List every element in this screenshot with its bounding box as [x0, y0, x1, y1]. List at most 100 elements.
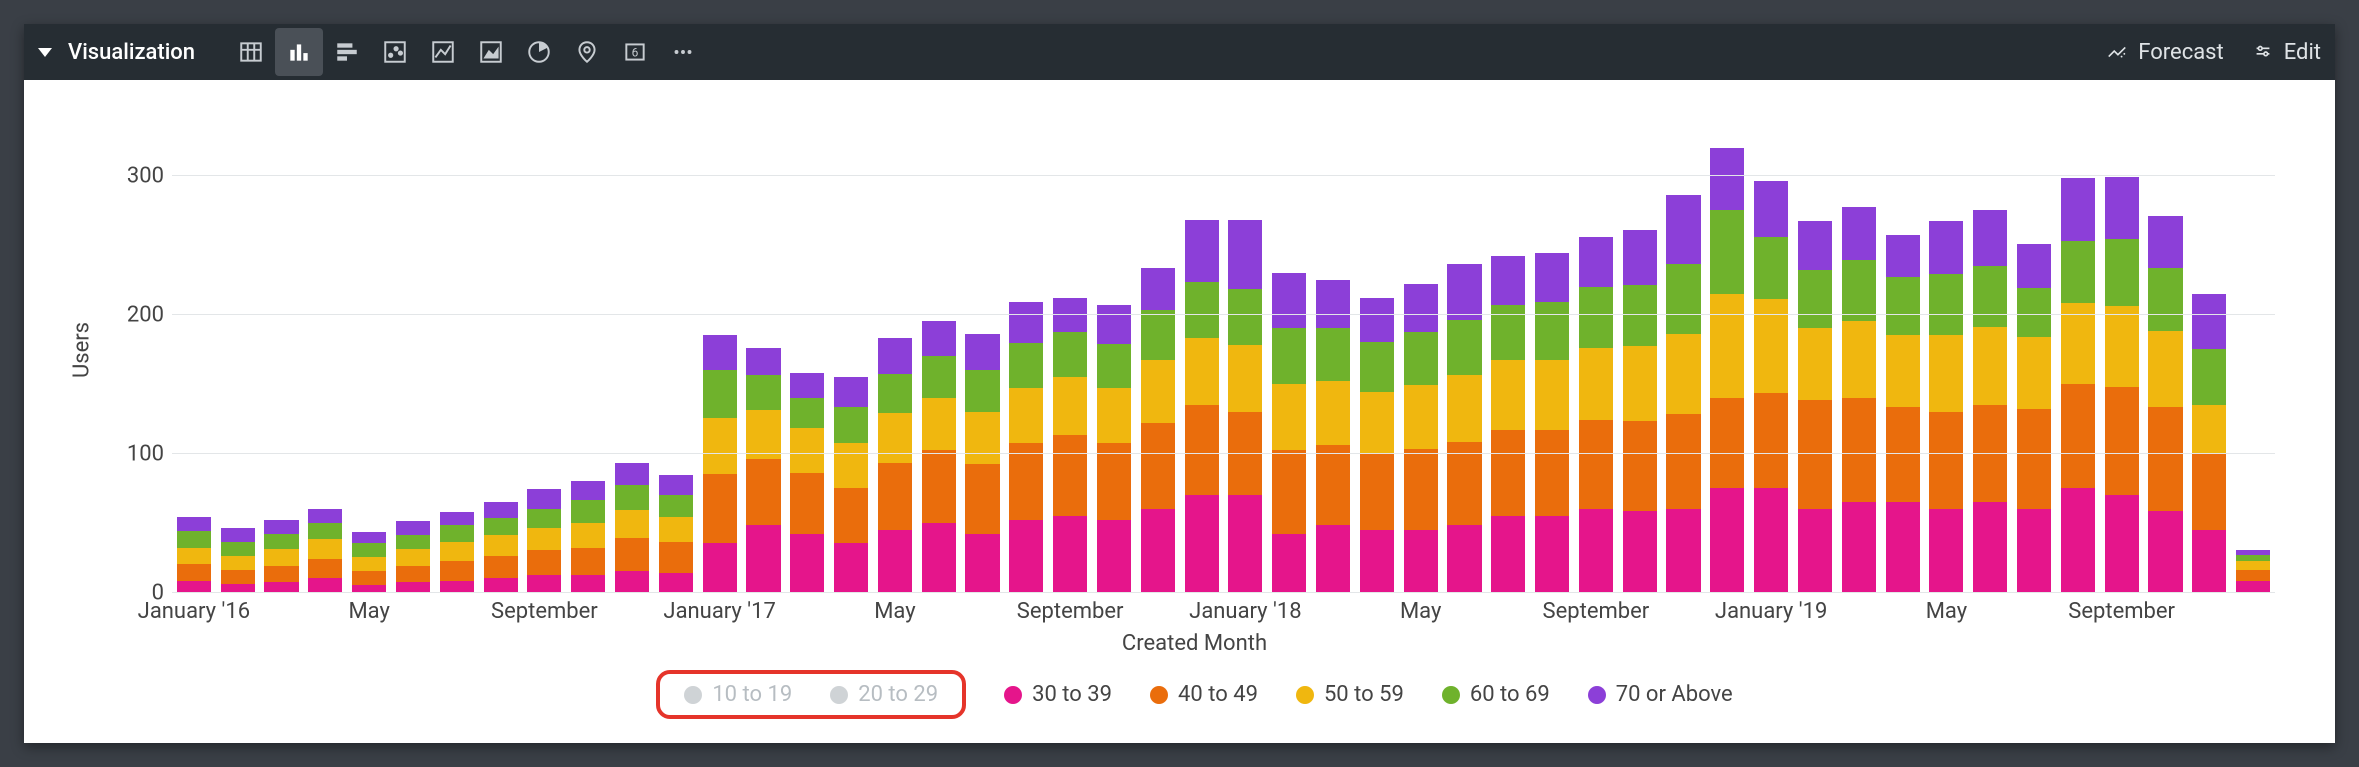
bar-segment[interactable] — [615, 485, 649, 510]
bar-segment[interactable] — [1491, 360, 1525, 429]
bar-segment[interactable] — [396, 535, 430, 549]
bar-segment[interactable] — [1579, 348, 1613, 420]
stacked-bar[interactable] — [1973, 210, 2007, 592]
bar-segment[interactable] — [1842, 321, 1876, 397]
bar-segment[interactable] — [1053, 516, 1087, 592]
bar-segment[interactable] — [1710, 294, 1744, 398]
bar-segment[interactable] — [221, 542, 255, 556]
bar-segment[interactable] — [834, 407, 868, 443]
bar-segment[interactable] — [1886, 277, 1920, 335]
stacked-bar[interactable] — [1228, 220, 1262, 592]
legend-item[interactable]: 70 or Above — [1588, 682, 1733, 707]
bar-segment[interactable] — [790, 473, 824, 534]
bar-segment[interactable] — [1185, 220, 1219, 282]
bar-segment[interactable] — [1842, 502, 1876, 592]
bar-segment[interactable] — [2105, 306, 2139, 387]
bar-segment[interactable] — [571, 548, 605, 576]
bar-segment[interactable] — [659, 542, 693, 573]
bar-segment[interactable] — [1535, 253, 1569, 302]
bar-segment[interactable] — [1666, 334, 1700, 415]
bar-segment[interactable] — [308, 559, 342, 578]
bar-segment[interactable] — [396, 521, 430, 535]
bar-segment[interactable] — [1009, 302, 1043, 344]
bar-segment[interactable] — [2192, 453, 2226, 529]
bar-segment[interactable] — [1360, 342, 1394, 392]
stacked-bar[interactable] — [2192, 293, 2226, 592]
bar-segment[interactable] — [1141, 268, 1175, 310]
bar-segment[interactable] — [1228, 495, 1262, 592]
bar-segment[interactable] — [1929, 274, 1963, 335]
bar-segment[interactable] — [2105, 495, 2139, 592]
bar-segment[interactable] — [2061, 241, 2095, 303]
bar-segment[interactable] — [221, 528, 255, 542]
bar-segment[interactable] — [1798, 400, 1832, 508]
stacked-bar[interactable] — [440, 511, 474, 592]
bar-segment[interactable] — [1009, 443, 1043, 519]
bar-segment[interactable] — [1491, 256, 1525, 305]
bar-segment[interactable] — [1097, 443, 1131, 519]
bar-segment[interactable] — [790, 398, 824, 429]
bar-segment[interactable] — [1053, 435, 1087, 516]
area-chart-icon[interactable] — [467, 28, 515, 76]
bar-segment[interactable] — [1141, 360, 1175, 422]
legend-item[interactable]: 60 to 69 — [1442, 682, 1550, 707]
bar-segment[interactable] — [878, 413, 912, 463]
bar-segment[interactable] — [2192, 294, 2226, 350]
bar-segment[interactable] — [2148, 511, 2182, 592]
stacked-bar[interactable] — [1579, 237, 1613, 592]
stacked-bar[interactable] — [1929, 221, 1963, 592]
bar-segment[interactable] — [352, 571, 386, 585]
stacked-bar[interactable] — [221, 528, 255, 592]
bar-segment[interactable] — [1666, 509, 1700, 592]
bar-segment[interactable] — [1316, 280, 1350, 329]
bar-segment[interactable] — [703, 543, 737, 592]
bar-segment[interactable] — [2105, 177, 2139, 239]
bar-segment[interactable] — [703, 474, 737, 543]
bar-segment[interactable] — [1798, 328, 1832, 400]
bar-segment[interactable] — [1404, 284, 1438, 333]
stacked-bar[interactable] — [834, 377, 868, 592]
bar-segment[interactable] — [1754, 488, 1788, 592]
bar-segment[interactable] — [1097, 520, 1131, 592]
bar-segment[interactable] — [2236, 561, 2270, 569]
bar-segment[interactable] — [1623, 230, 1657, 286]
bar-segment[interactable] — [922, 523, 956, 592]
bar-segment[interactable] — [527, 550, 561, 575]
bar-segment[interactable] — [1447, 375, 1481, 442]
bar-segment[interactable] — [1579, 237, 1613, 287]
bar-segment[interactable] — [1360, 453, 1394, 529]
stacked-bar[interactable] — [264, 520, 298, 592]
bar-segment[interactable] — [1141, 509, 1175, 592]
stacked-bar[interactable] — [177, 517, 211, 592]
bar-segment[interactable] — [1272, 328, 1306, 384]
legend-item[interactable]: 50 to 59 — [1296, 682, 1404, 707]
bar-segment[interactable] — [1798, 221, 1832, 270]
stacked-bar[interactable] — [1886, 235, 1920, 592]
bar-segment[interactable] — [177, 517, 211, 531]
bar-segment[interactable] — [264, 534, 298, 549]
bar-segment[interactable] — [396, 549, 430, 566]
bar-segment[interactable] — [615, 463, 649, 485]
stacked-bar[interactable] — [396, 521, 430, 592]
line-chart-icon[interactable] — [419, 28, 467, 76]
single-value-icon[interactable]: 6 — [611, 28, 659, 76]
bar-segment[interactable] — [834, 377, 868, 408]
bar-segment[interactable] — [1404, 530, 1438, 592]
bar-segment[interactable] — [1929, 335, 1963, 411]
legend-item[interactable]: 10 to 19 — [684, 682, 792, 707]
bar-segment[interactable] — [571, 481, 605, 500]
bar-segment[interactable] — [1886, 502, 1920, 592]
bar-segment[interactable] — [177, 548, 211, 565]
bar-segment[interactable] — [703, 335, 737, 370]
bar-segment[interactable] — [1535, 516, 1569, 592]
bar-segment[interactable] — [177, 581, 211, 592]
stacked-bar[interactable] — [2017, 243, 2051, 592]
bar-segment[interactable] — [308, 539, 342, 558]
map-icon[interactable] — [563, 28, 611, 76]
bar-segment[interactable] — [2192, 405, 2226, 454]
bar-segment[interactable] — [2061, 303, 2095, 384]
bar-segment[interactable] — [1623, 511, 1657, 592]
collapse-caret-icon[interactable] — [38, 48, 52, 57]
bar-segment[interactable] — [1316, 445, 1350, 526]
bar-segment[interactable] — [1666, 195, 1700, 264]
